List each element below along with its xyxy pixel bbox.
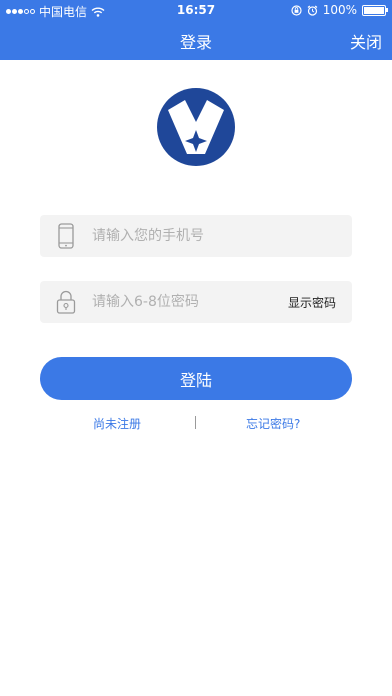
password-input[interactable] bbox=[92, 281, 272, 323]
phone-icon bbox=[58, 223, 74, 249]
login-button[interactable]: 登陆 bbox=[40, 357, 352, 400]
alarm-icon bbox=[307, 5, 318, 16]
show-password-toggle[interactable]: 显示密码 bbox=[288, 294, 336, 311]
app-logo bbox=[157, 88, 235, 166]
status-right: 100% bbox=[291, 3, 388, 17]
phone-field bbox=[40, 215, 352, 257]
page-title: 登录 bbox=[179, 33, 212, 52]
battery-percent: 100% bbox=[322, 3, 357, 17]
forgot-password-link[interactable]: 忘记密码? bbox=[246, 415, 300, 432]
links-divider bbox=[195, 416, 196, 429]
password-field: 显示密码 bbox=[40, 281, 352, 323]
orientation-lock-icon bbox=[291, 4, 302, 16]
close-button[interactable]: 关闭 bbox=[350, 29, 382, 53]
app-header: 中国电信 16:57 100% 登录 关闭 bbox=[0, 0, 392, 60]
status-bar: 中国电信 16:57 100% bbox=[0, 0, 392, 20]
battery-icon bbox=[362, 4, 388, 16]
register-link[interactable]: 尚未注册 bbox=[93, 415, 141, 432]
lock-icon bbox=[56, 290, 76, 314]
phone-input[interactable] bbox=[92, 215, 342, 257]
